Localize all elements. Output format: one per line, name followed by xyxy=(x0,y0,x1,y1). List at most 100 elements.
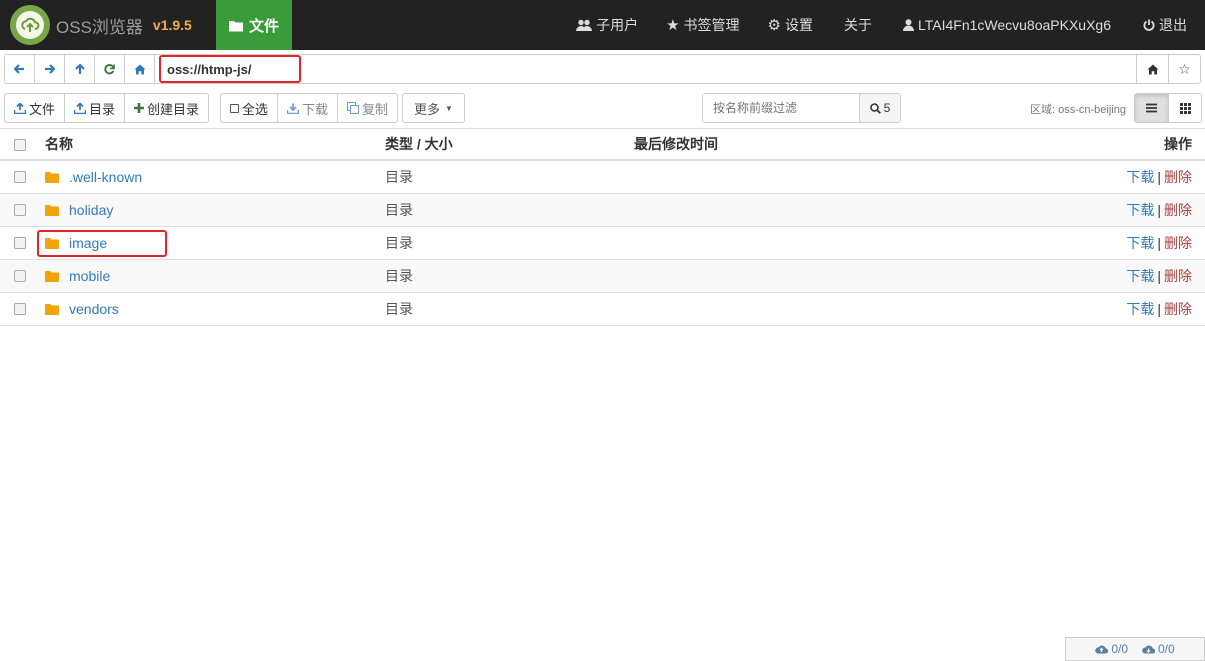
up-button[interactable] xyxy=(65,55,95,83)
row-checkbox[interactable] xyxy=(14,270,26,282)
list-view-button[interactable] xyxy=(1135,94,1168,122)
star-outline-icon: ☆ xyxy=(1178,60,1191,77)
upload-file-label: 文件 xyxy=(29,101,56,117)
row-checkbox[interactable] xyxy=(14,171,26,183)
more-button-group: 更多 ▼ xyxy=(402,93,465,123)
brand[interactable]: OSS浏览器 v1.9.5 xyxy=(10,5,192,45)
upload-icon xyxy=(74,102,87,114)
arrow-left-icon xyxy=(14,64,24,74)
download-icon xyxy=(287,103,300,114)
arrow-up-icon xyxy=(74,63,85,74)
refresh-button[interactable] xyxy=(95,55,125,83)
nav-settings[interactable]: ⚙ 设置 xyxy=(754,0,827,50)
table-row[interactable]: vendors 目录 下载 | 删除 xyxy=(0,293,1205,326)
row-checkbox[interactable] xyxy=(14,204,26,216)
app-name: OSS浏览器 xyxy=(56,17,143,37)
upload-dir-button[interactable]: 目录 xyxy=(65,94,126,122)
actions-cell: 下载 | 删除 xyxy=(1126,161,1192,193)
row-highlight-box xyxy=(37,230,167,257)
create-dir-button[interactable]: 创建目录 xyxy=(125,94,208,122)
folder-name-link[interactable]: vendors xyxy=(69,301,119,317)
row-delete-link[interactable]: 删除 xyxy=(1164,200,1192,220)
row-delete-link[interactable]: 删除 xyxy=(1164,167,1192,187)
row-download-link[interactable]: 下载 xyxy=(1126,299,1154,319)
select-all-checkbox[interactable] xyxy=(14,139,26,151)
copy-icon xyxy=(347,102,360,114)
table-row[interactable]: .well-known 目录 下载 | 删除 xyxy=(0,161,1205,194)
row-delete-link[interactable]: 删除 xyxy=(1164,266,1192,286)
bookmark-button[interactable]: ☆ xyxy=(1168,55,1200,83)
arrow-right-icon xyxy=(45,64,55,74)
actions-cell: 下载 | 删除 xyxy=(1126,227,1192,259)
create-dir-label: 创建目录 xyxy=(147,101,200,117)
home-icon xyxy=(134,64,145,74)
file-table: 名称 类型 / 大小 最后修改时间 操作 .well-known 目录 下载 |… xyxy=(0,128,1205,326)
action-separator: | xyxy=(1157,202,1161,218)
nav-account-label: LTAI4Fn1cWecvu8oaPKXuXg6 xyxy=(918,17,1111,33)
nav-subusers[interactable]: 子用户 xyxy=(562,0,652,50)
address-bar: oss://htmp-js/ ☆ xyxy=(4,54,1201,84)
table-row[interactable]: image 目录 下载 | 删除 xyxy=(0,227,1205,260)
home-button[interactable] xyxy=(125,55,155,83)
nav-settings-label: 设置 xyxy=(785,17,813,33)
go-home-button[interactable] xyxy=(1136,55,1168,83)
copy-label: 复制 xyxy=(362,101,389,117)
list-icon xyxy=(1146,103,1157,113)
upload-icon xyxy=(14,102,26,114)
row-download-link[interactable]: 下载 xyxy=(1126,266,1154,286)
nav-files-tab[interactable]: 文件 xyxy=(216,0,292,50)
header-name[interactable]: 名称 xyxy=(45,129,73,159)
folder-icon xyxy=(45,171,59,183)
nav-files-label: 文件 xyxy=(248,17,279,35)
table-header: 名称 类型 / 大小 最后修改时间 操作 xyxy=(0,128,1205,161)
refresh-icon xyxy=(104,63,115,74)
nav-about[interactable]: 关于 xyxy=(827,0,889,50)
toolbar: 文件 目录 创建目录 全选 下载 复制 更多 ▼ 按名称前缀过滤 5 区域: o… xyxy=(4,93,1202,123)
app-logo-icon xyxy=(10,5,50,45)
row-download-link[interactable]: 下载 xyxy=(1126,167,1154,187)
download-count: 0/0 xyxy=(1158,642,1175,656)
users-icon xyxy=(576,19,593,31)
row-delete-link[interactable]: 删除 xyxy=(1164,299,1192,319)
folder-name-link[interactable]: holiday xyxy=(69,202,113,218)
name-cell: mobile xyxy=(45,260,110,292)
power-icon xyxy=(1143,19,1155,31)
table-row[interactable]: holiday 目录 下载 | 删除 xyxy=(0,194,1205,227)
cloud-upload-icon xyxy=(1095,645,1109,654)
folder-name-link[interactable]: mobile xyxy=(69,268,110,284)
transfer-status[interactable]: 0/0 0/0 xyxy=(1065,637,1205,661)
row-checkbox[interactable] xyxy=(14,237,26,249)
upload-file-button[interactable]: 文件 xyxy=(5,94,66,122)
copy-button[interactable]: 复制 xyxy=(338,94,397,122)
actions-cell: 下载 | 删除 xyxy=(1126,293,1192,325)
filter-button[interactable]: 5 xyxy=(859,94,900,122)
nav-bookmarks[interactable]: ★ 书签管理 xyxy=(652,0,753,50)
address-highlight-box xyxy=(159,55,301,83)
header-type-size[interactable]: 类型 / 大小 xyxy=(385,129,453,159)
select-all-button[interactable]: 全选 xyxy=(221,94,279,122)
filter-input[interactable] xyxy=(703,94,859,122)
filter-box: 5 xyxy=(702,93,901,123)
nav-about-label: 关于 xyxy=(844,17,872,33)
header-modified[interactable]: 最后修改时间 xyxy=(634,129,718,159)
row-checkbox[interactable] xyxy=(14,303,26,315)
download-button[interactable]: 下载 xyxy=(278,94,339,122)
table-row[interactable]: mobile 目录 下载 | 删除 xyxy=(0,260,1205,293)
grid-view-button[interactable] xyxy=(1168,94,1201,122)
download-label: 下载 xyxy=(302,101,329,117)
upload-count: 0/0 xyxy=(1111,642,1128,656)
row-delete-link[interactable]: 删除 xyxy=(1164,233,1192,253)
folder-name-link[interactable]: .well-known xyxy=(69,169,142,185)
folder-icon xyxy=(45,303,59,315)
row-download-link[interactable]: 下载 xyxy=(1126,233,1154,253)
row-download-link[interactable]: 下载 xyxy=(1126,200,1154,220)
action-separator: | xyxy=(1157,268,1161,284)
nav-account[interactable]: LTAI4Fn1cWecvu8oaPKXuXg6 xyxy=(889,0,1125,50)
address-input[interactable]: oss://htmp-js/ xyxy=(155,55,1136,83)
back-button[interactable] xyxy=(5,55,35,83)
header-actions: 操作 xyxy=(1164,136,1192,152)
more-button[interactable]: 更多 ▼ xyxy=(403,94,464,122)
forward-button[interactable] xyxy=(35,55,65,83)
nav-logout[interactable]: 退出 xyxy=(1125,0,1205,50)
name-cell: vendors xyxy=(45,293,119,325)
